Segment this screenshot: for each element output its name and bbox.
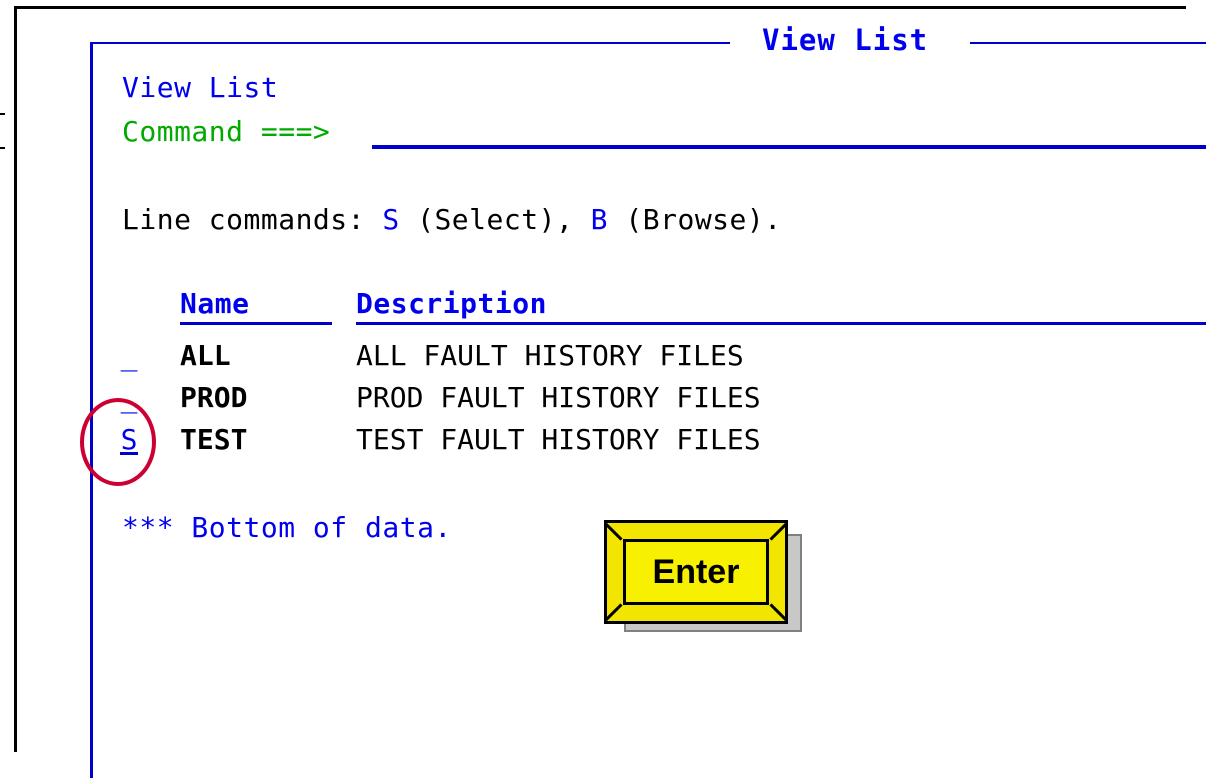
table-row: _ PROD PROD FAULT HISTORY FILES	[0, 380, 1206, 416]
row-description: TEST FAULT HISTORY FILES	[356, 423, 761, 456]
outer-frame-top	[14, 6, 1186, 9]
line-commands-prefix: Line commands:	[122, 203, 383, 236]
table-row: S TEST TEST FAULT HISTORY FILES	[0, 422, 1206, 458]
column-header-name: Name	[180, 287, 250, 320]
line-command-s: S	[382, 203, 400, 236]
command-input[interactable]	[376, 110, 1196, 144]
edge-mark	[0, 113, 5, 149]
bottom-of-data: *** Bottom of data.	[122, 511, 452, 544]
enter-button-label: Enter	[652, 552, 740, 591]
enter-button[interactable]: Enter	[604, 520, 788, 624]
panel-frame-top-right	[970, 42, 1206, 44]
line-command-b-desc: (Browse).	[608, 203, 782, 236]
outer-frame-left	[14, 6, 17, 752]
line-commands-help: Line commands: S (Select), B (Browse).	[122, 202, 782, 238]
column-header-description-underline	[356, 322, 1206, 325]
row-name: PROD	[180, 381, 248, 414]
row-description: ALL FAULT HISTORY FILES	[356, 339, 744, 372]
row-name: ALL	[180, 339, 231, 372]
command-input-underline	[372, 145, 1206, 149]
panel-title: View List	[762, 23, 929, 57]
table-row: _ ALL ALL FAULT HISTORY FILES	[0, 338, 1206, 374]
panel-frame-top-left	[90, 42, 730, 44]
row-description: PROD FAULT HISTORY FILES	[356, 381, 761, 414]
highlight-circle	[80, 398, 156, 486]
column-header-description: Description	[356, 287, 547, 320]
row-name: TEST	[180, 423, 248, 456]
column-header-name-underline	[180, 322, 332, 325]
row-selector-field[interactable]: _	[118, 338, 140, 374]
screen-heading: View List	[122, 71, 279, 104]
line-command-s-desc: (Select),	[399, 203, 591, 236]
line-command-b: B	[590, 203, 609, 236]
command-label: Command ===>	[122, 115, 331, 148]
